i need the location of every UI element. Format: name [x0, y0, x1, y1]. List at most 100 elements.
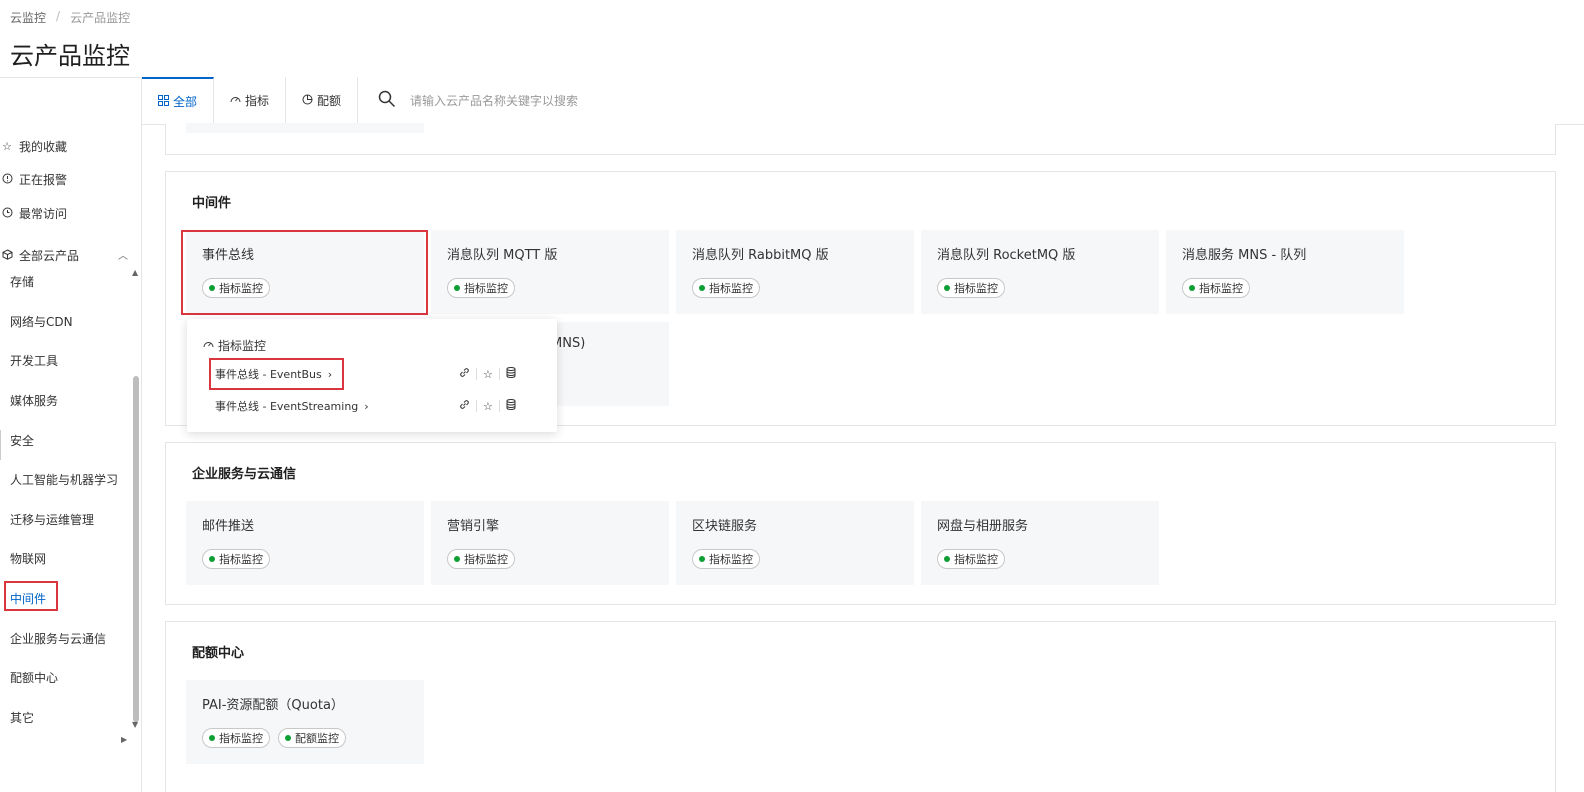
- sidebar-item-storage[interactable]: 存储: [10, 273, 34, 290]
- star-icon: ☆: [2, 140, 12, 153]
- sidebar-item-ai-ml[interactable]: 人工智能与机器学习: [10, 471, 118, 488]
- status-dot-icon: [1189, 285, 1195, 291]
- search-icon[interactable]: [378, 90, 396, 112]
- sidebar-item-media[interactable]: 媒体服务: [10, 392, 58, 409]
- popup-item-eventstreaming[interactable]: 事件总线 - EventStreaming ›: [215, 398, 369, 414]
- badge-label: 指标监控: [954, 553, 998, 566]
- search-input[interactable]: [410, 93, 811, 108]
- sidebar-item-frequent[interactable]: 最常访问: [0, 205, 67, 222]
- badge-label: 指标监控: [219, 732, 263, 745]
- sidebar-item-other[interactable]: 其它: [10, 709, 34, 726]
- tab-all[interactable]: 全部: [142, 77, 215, 124]
- metric-monitor-badge[interactable]: 指标监控: [692, 549, 760, 569]
- metric-monitor-badge[interactable]: 指标监控: [937, 549, 1005, 569]
- product-card-rabbitmq[interactable]: 消息队列 RabbitMQ 版 指标监控: [676, 230, 914, 314]
- product-card-partial[interactable]: [186, 123, 424, 133]
- section-previous: [165, 123, 1556, 155]
- product-card-mqtt[interactable]: 消息队列 MQTT 版 指标监控: [431, 230, 669, 314]
- divider: [498, 368, 500, 380]
- sidebar-item-network-cdn[interactable]: 网络与CDN: [10, 313, 73, 330]
- pie-icon: [302, 94, 313, 108]
- popup-header-label: 指标监控: [218, 339, 267, 353]
- metric-monitor-badge[interactable]: 指标监控: [447, 549, 515, 569]
- sidebar-item-quota-center[interactable]: 配额中心: [10, 669, 58, 686]
- metric-monitor-badge[interactable]: 指标监控: [937, 278, 1005, 298]
- product-name: 消息队列 RocketMQ 版: [937, 248, 1076, 263]
- metric-monitor-badge[interactable]: 指标监控: [447, 278, 515, 298]
- metric-monitor-badge[interactable]: 指标监控: [692, 278, 760, 298]
- badge-label: 指标监控: [709, 282, 753, 295]
- clock-icon: [0, 207, 14, 221]
- status-dot-icon: [699, 285, 705, 291]
- quota-monitor-badge[interactable]: 配额监控: [278, 728, 346, 748]
- breadcrumb-item: 云产品监控: [70, 11, 131, 25]
- status-dot-icon: [285, 735, 291, 741]
- product-name: 邮件推送: [202, 519, 255, 534]
- badge-label: 配额监控: [295, 732, 339, 745]
- scroll-right-arrow-icon[interactable]: ▶: [121, 735, 127, 744]
- product-name: 网盘与相册服务: [937, 519, 1029, 534]
- metric-monitor-badge[interactable]: 指标监控: [202, 549, 270, 569]
- left-edge-marker: [0, 430, 2, 460]
- highlight-box-eventbridge-card: [181, 230, 428, 315]
- tab-label: 配额: [317, 94, 342, 108]
- product-card-pai-quota[interactable]: PAI-资源配额（Quota） 指标监控 配额监控: [186, 680, 424, 764]
- sidebar-item-iot[interactable]: 物联网: [10, 550, 46, 567]
- badge-label: 指标监控: [1199, 282, 1243, 295]
- link-icon[interactable]: [459, 399, 470, 413]
- sidebar-item-label: 正在报警: [19, 173, 68, 187]
- section-title: 中间件: [192, 196, 232, 211]
- popup-header: 指标监控: [203, 337, 266, 354]
- scroll-down-arrow-icon[interactable]: ▼: [132, 720, 138, 729]
- grid-icon: [158, 94, 169, 109]
- sidebar-item-enterprise[interactable]: 企业服务与云通信: [10, 630, 106, 647]
- section-enterprise: 企业服务与云通信 邮件推送 指标监控 营销引擎 指标监控 区块链服务 指标监控 …: [165, 442, 1556, 605]
- chevron-up-icon[interactable]: ︿: [118, 247, 128, 262]
- sidebar-item-label: 我的收藏: [19, 140, 68, 154]
- product-card-direct-mail[interactable]: 邮件推送 指标监控: [186, 501, 424, 585]
- scroll-up-arrow-icon[interactable]: ▲: [132, 268, 138, 277]
- sidebar-item-alerting[interactable]: 正在报警: [0, 171, 67, 188]
- sidebar-item-security[interactable]: 安全: [10, 432, 34, 449]
- sidebar-divider: [141, 77, 142, 792]
- page-title: 云产品监控: [10, 42, 130, 70]
- tab-quota[interactable]: 配额: [286, 77, 359, 124]
- product-card-mns-queue[interactable]: 消息服务 MNS - 队列 指标监控: [1166, 230, 1404, 314]
- database-icon[interactable]: [506, 399, 516, 413]
- highlight-box-eventbus-item: [209, 358, 344, 390]
- sidebar-item-dev-tools[interactable]: 开发工具: [10, 352, 58, 369]
- star-icon[interactable]: ☆: [483, 368, 493, 381]
- search-bar: [358, 77, 1584, 124]
- link-icon[interactable]: [459, 367, 470, 381]
- divider: [476, 368, 477, 380]
- product-card-blockchain[interactable]: 区块链服务 指标监控: [676, 501, 914, 585]
- tab-label: 指标: [245, 94, 270, 108]
- product-name: 营销引擎: [447, 519, 500, 534]
- badge-label: 指标监控: [464, 553, 508, 566]
- product-card-drive-photo[interactable]: 网盘与相册服务 指标监控: [921, 501, 1159, 585]
- badge-label: 指标监控: [219, 553, 263, 566]
- database-icon[interactable]: [506, 367, 516, 381]
- popup-item-actions: ☆: [459, 399, 516, 413]
- sidebar-scrollbar-thumb[interactable]: [133, 376, 139, 722]
- popup-item-actions: ☆: [459, 367, 516, 381]
- status-dot-icon: [454, 556, 460, 562]
- sidebar-item-migration-ops[interactable]: 迁移与运维管理: [10, 511, 94, 528]
- popup-item-label: 事件总线 - EventStreaming: [215, 400, 359, 413]
- sidebar-item-favorites[interactable]: ☆ 我的收藏: [0, 138, 67, 155]
- product-card-rocketmq[interactable]: 消息队列 RocketMQ 版 指标监控: [921, 230, 1159, 314]
- cube-icon: [0, 248, 14, 263]
- status-dot-icon: [944, 556, 950, 562]
- gauge-icon: [230, 94, 241, 108]
- tab-metrics[interactable]: 指标: [214, 77, 287, 124]
- product-card-marketing-engine[interactable]: 营销引擎 指标监控: [431, 501, 669, 585]
- divider: [498, 400, 500, 412]
- metric-monitor-badge[interactable]: 指标监控: [202, 728, 270, 748]
- product-name: 消息队列 RabbitMQ 版: [692, 248, 829, 263]
- section-title: 配额中心: [192, 646, 245, 661]
- star-icon[interactable]: ☆: [483, 400, 493, 413]
- metric-monitor-badge[interactable]: 指标监控: [1182, 278, 1250, 298]
- breadcrumb-item[interactable]: 云监控: [10, 9, 46, 26]
- sidebar-item-all-products[interactable]: 全部云产品: [0, 247, 79, 264]
- status-dot-icon: [209, 556, 215, 562]
